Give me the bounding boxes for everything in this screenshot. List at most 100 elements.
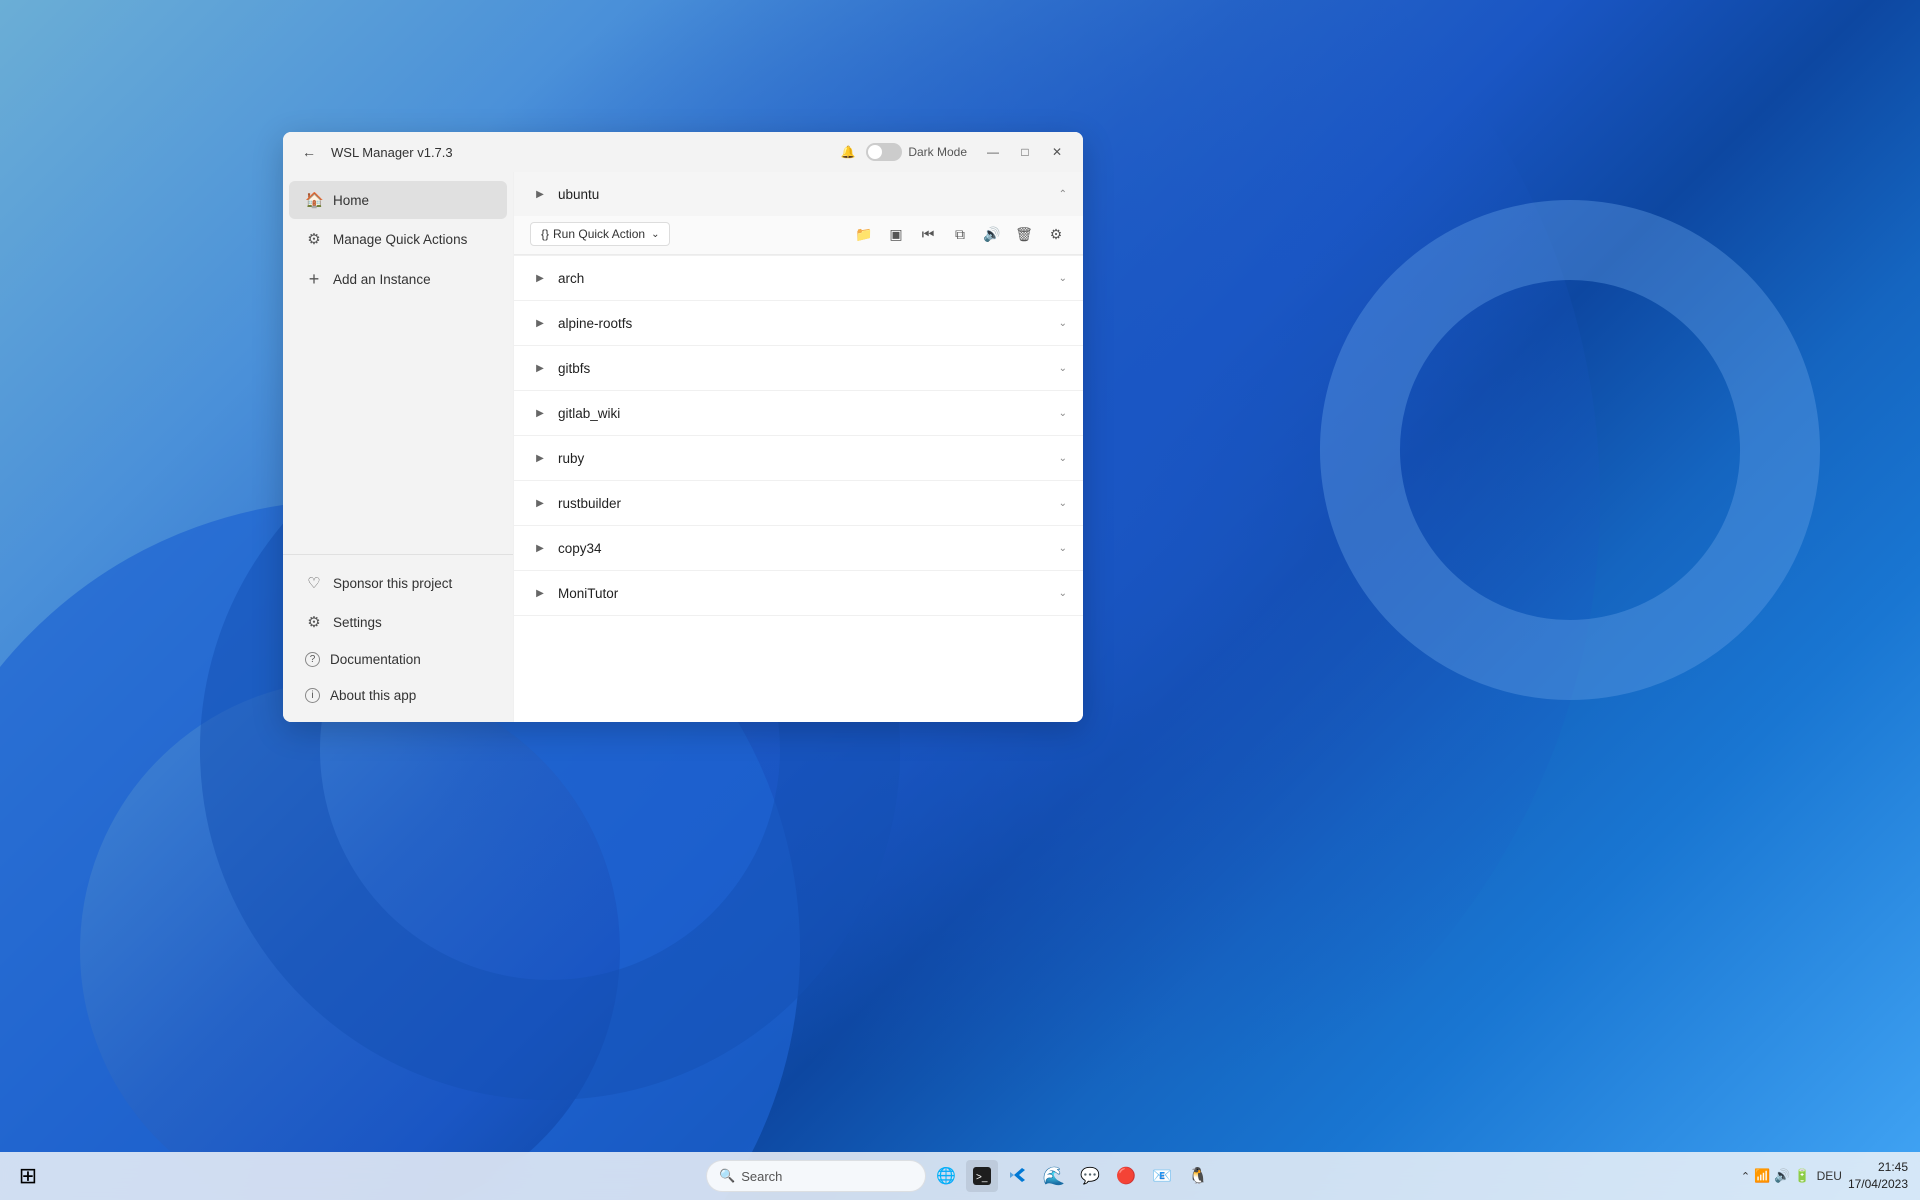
quick-actions-icon: ⚙ (305, 230, 323, 248)
sidebar-item-manage-quick-actions-label: Manage Quick Actions (333, 232, 467, 247)
home-icon: 🏠 (305, 191, 323, 209)
instance-header-rustbuilder[interactable]: ▶rustbuilder⌄ (514, 481, 1083, 525)
sidebar-item-documentation[interactable]: ? Documentation (289, 642, 507, 677)
play-icon-MoniTutor[interactable]: ▶ (530, 583, 550, 603)
instance-header-alpine-rootfs[interactable]: ▶ alpine-rootfs⌄ (514, 301, 1083, 345)
taskbar-app-linux[interactable]: 🐧 (1182, 1160, 1214, 1192)
run-quick-action-button[interactable]: {} Run Quick Action⌄ (530, 222, 670, 246)
chevron-icon-arch[interactable]: ⌄ (1059, 273, 1067, 284)
taskbar: ⊞ 🔍 Search 🌐 >_ 🌊 💬 🔴 📧 🐧 ⌃ 📶 🔊 🔋 DEU (0, 1152, 1920, 1200)
chevron-icon-copy34[interactable]: ⌄ (1059, 543, 1067, 554)
tray-wifi-icon: 🔊 (1774, 1168, 1790, 1184)
toggle-knob (868, 145, 882, 159)
maximize-button[interactable]: □ (1011, 138, 1039, 166)
play-icon-gitbfs[interactable]: ▶ (530, 358, 550, 378)
instance-header-gitlab_wiki[interactable]: ▶ gitlab_wiki⌄ (514, 391, 1083, 435)
sidebar-item-manage-quick-actions[interactable]: ⚙ Manage Quick Actions (289, 220, 507, 258)
chevron-icon-MoniTutor[interactable]: ⌄ (1059, 588, 1067, 599)
sidebar: 🏠 Home ⚙ Manage Quick Actions + Add an I… (283, 172, 513, 722)
play-icon-rustbuilder[interactable]: ▶ (530, 493, 550, 513)
delete-icon[interactable]: 🗑 (1013, 223, 1035, 245)
play-icon-ubuntu[interactable]: ▶ (530, 184, 550, 204)
settings-instance-icon[interactable]: ⚙ (1045, 223, 1067, 245)
play-icon-copy34[interactable]: ▶ (530, 538, 550, 558)
instance-name-gitlab_wiki: gitlab_wiki (558, 406, 1059, 421)
instance-name-copy34: copy34 (558, 541, 1059, 556)
instance-name-arch: arch (558, 271, 1059, 286)
taskbar-right: ⌃ 📶 🔊 🔋 DEU 21:45 17/04/2023 (1741, 1159, 1908, 1193)
instance-toolbar-ubuntu: {} Run Quick Action⌄ 📁 ▣ ⏮ ⧉ 🔊 🗑 ⚙ (514, 216, 1083, 255)
chevron-icon-ruby[interactable]: ⌄ (1059, 453, 1067, 464)
info-icon: i (305, 688, 320, 703)
chevron-icon-ubuntu[interactable]: ⌃ (1059, 189, 1067, 200)
chevron-icon-rustbuilder[interactable]: ⌄ (1059, 498, 1067, 509)
sidebar-item-about-label: About this app (330, 688, 416, 703)
chevron-icon-gitbfs[interactable]: ⌄ (1059, 363, 1067, 374)
instance-name-alpine-rootfs: alpine-rootfs (558, 316, 1059, 331)
taskbar-app-terminal[interactable]: >_ (966, 1160, 998, 1192)
sidebar-item-documentation-label: Documentation (330, 652, 421, 667)
search-label: Search (741, 1169, 782, 1184)
system-clock[interactable]: 21:45 17/04/2023 (1848, 1159, 1908, 1193)
search-bar[interactable]: 🔍 Search (706, 1160, 926, 1192)
sidebar-item-settings-label: Settings (333, 615, 382, 630)
app-window: ← WSL Manager v1.7.3 🔔 Dark Mode — □ ✕ 🏠 (283, 132, 1083, 722)
taskbar-app-teams[interactable]: 💬 (1074, 1160, 1106, 1192)
toolbar-icons: 📁 ▣ ⏮ ⧉ 🔊 🗑 ⚙ (853, 223, 1067, 245)
instance-header-ruby[interactable]: ▶ruby⌄ (514, 436, 1083, 480)
main-content: ▶ ubuntu⌃ {} Run Quick Action⌄ 📁 ▣ ⏮ ⧉ 🔊 🗑 ⚙ ▶ arch… (513, 172, 1083, 722)
taskbar-app-mail[interactable]: 📧 (1146, 1160, 1178, 1192)
close-button[interactable]: ✕ (1043, 138, 1071, 166)
instance-name-ubuntu: ubuntu (558, 187, 1059, 202)
play-icon-gitlab_wiki[interactable]: ▶ (530, 403, 550, 423)
sidebar-item-sponsor[interactable]: ♡ Sponsor this project (289, 564, 507, 602)
instance-row-gitlab_wiki: ▶ gitlab_wiki⌄ (514, 391, 1083, 436)
sidebar-item-add-instance-label: Add an Instance (333, 272, 431, 287)
sidebar-item-home[interactable]: 🏠 Home (289, 181, 507, 219)
taskbar-app-vscode[interactable] (1002, 1160, 1034, 1192)
taskbar-app-browser[interactable]: 🌐 (930, 1160, 962, 1192)
audio-icon[interactable]: 🔊 (981, 223, 1003, 245)
tray-chevron[interactable]: ⌃ (1741, 1170, 1750, 1183)
start-button[interactable]: ⊞ (12, 1160, 44, 1192)
play-icon-ruby[interactable]: ▶ (530, 448, 550, 468)
instance-row-gitbfs: ▶gitbfs⌄ (514, 346, 1083, 391)
tray-network-icon: 📶 (1754, 1168, 1770, 1184)
chevron-icon-alpine-rootfs[interactable]: ⌄ (1059, 318, 1067, 329)
instance-row-copy34: ▶ copy34⌄ (514, 526, 1083, 571)
clock-time: 21:45 (1848, 1159, 1908, 1176)
instance-name-MoniTutor: MoniTutor (558, 586, 1059, 601)
instance-row-alpine-rootfs: ▶ alpine-rootfs⌄ (514, 301, 1083, 346)
instance-header-ubuntu[interactable]: ▶ ubuntu⌃ (514, 172, 1083, 216)
back-button[interactable]: ← (295, 138, 323, 166)
minimize-button[interactable]: — (979, 138, 1007, 166)
duplicate-icon[interactable]: ⧉ (949, 223, 971, 245)
terminal-icon[interactable]: ▣ (885, 223, 907, 245)
chevron-icon-gitlab_wiki[interactable]: ⌄ (1059, 408, 1067, 419)
sidebar-item-home-label: Home (333, 193, 369, 208)
instance-row-ubuntu: ▶ ubuntu⌃ {} Run Quick Action⌄ 📁 ▣ ⏮ ⧉ 🔊 🗑 ⚙ (514, 172, 1083, 256)
window-title: WSL Manager v1.7.3 (323, 145, 834, 160)
open-folder-icon[interactable]: 📁 (853, 223, 875, 245)
system-tray: ⌃ 📶 🔊 🔋 DEU 21:45 17/04/2023 (1741, 1159, 1908, 1193)
instance-header-copy34[interactable]: ▶ copy34⌄ (514, 526, 1083, 570)
sidebar-item-settings[interactable]: ⚙ Settings (289, 603, 507, 641)
instance-header-arch[interactable]: ▶ arch⌄ (514, 256, 1083, 300)
dark-mode-switch[interactable] (866, 143, 902, 161)
instance-row-MoniTutor: ▶ MoniTutor⌄ (514, 571, 1083, 616)
instance-header-gitbfs[interactable]: ▶gitbfs⌄ (514, 346, 1083, 390)
notifications-button[interactable]: 🔔 (834, 138, 862, 166)
heart-icon: ♡ (305, 574, 323, 592)
media-icon[interactable]: ⏮ (917, 223, 939, 245)
taskbar-app-edge[interactable]: 🌊 (1038, 1160, 1070, 1192)
sidebar-item-add-instance[interactable]: + Add an Instance (289, 259, 507, 300)
play-icon-alpine-rootfs[interactable]: ▶ (530, 313, 550, 333)
taskbar-app-edge2[interactable]: 🔴 (1110, 1160, 1142, 1192)
sidebar-item-about[interactable]: i About this app (289, 678, 507, 713)
svg-text:>_: >_ (976, 1172, 988, 1183)
instance-header-MoniTutor[interactable]: ▶ MoniTutor⌄ (514, 571, 1083, 615)
tray-battery-icon: 🔋 (1794, 1168, 1810, 1184)
dark-mode-toggle[interactable]: Dark Mode (866, 143, 967, 161)
play-icon-arch[interactable]: ▶ (530, 268, 550, 288)
add-icon: + (305, 269, 323, 290)
